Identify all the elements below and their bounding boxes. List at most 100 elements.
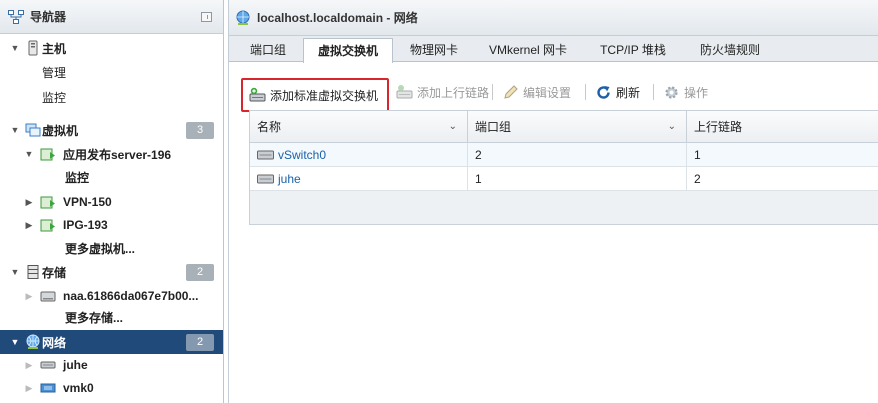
refresh-button[interactable]: 刷新 — [595, 74, 640, 110]
tab-firewall-rules[interactable]: 防火墙规则 — [685, 38, 775, 62]
expanded-arrow-icon[interactable]: ▼ — [10, 125, 20, 135]
toolbar-separator — [585, 84, 586, 100]
nav-item-network-juhe[interactable]: ▶ juhe — [0, 353, 223, 377]
network-count-badge: 2 — [186, 333, 214, 351]
nav-item-host-monitor[interactable]: 监控 — [0, 85, 223, 109]
add-vswitch-label: 添加标准虚拟交换机 — [270, 88, 379, 103]
vm-powered-on-icon — [40, 148, 55, 161]
storage-icon — [27, 265, 39, 279]
table-row[interactable]: juhe 1 2 — [250, 167, 878, 191]
collapsed-arrow-icon[interactable]: ▶ — [24, 291, 34, 302]
port-group-icon — [40, 361, 56, 369]
vswitch-name-cell[interactable]: vSwitch0 — [250, 143, 468, 167]
disk-icon — [40, 291, 56, 302]
uplinks-cell: 2 — [694, 172, 701, 186]
add-uplink-button[interactable]: 添加上行链路 — [396, 74, 489, 110]
nav-item-label: 更多存储... — [65, 310, 124, 325]
actions-label: 操作 — [684, 85, 709, 100]
nav-item-label: 存储 — [42, 265, 67, 280]
tab-bar: 端口组 虚拟交换机 物理网卡 VMkernel 网卡 TCP/IP 堆栈 防火墙… — [229, 36, 878, 63]
collapsed-arrow-icon[interactable]: ▶ — [24, 383, 34, 394]
edit-settings-label: 编辑设置 — [523, 85, 572, 100]
vswitch-name[interactable]: vSwitch0 — [278, 143, 326, 167]
edit-settings-button[interactable]: 编辑设置 — [502, 74, 571, 110]
vmkernel-nic-icon — [40, 383, 56, 393]
nav-item-label: 应用发布server-196 — [63, 147, 172, 162]
nav-item-vm-ipg[interactable]: ▶ IPG-193 — [0, 213, 223, 237]
table-row[interactable]: vSwitch0 2 1 — [250, 143, 878, 167]
add-uplink-icon — [396, 84, 413, 98]
vswitch-name[interactable]: juhe — [278, 167, 301, 191]
column-header-name[interactable]: 名称 ⌄ — [250, 111, 468, 143]
add-standard-vswitch-button[interactable]: 添加标准虚拟交换机 — [241, 78, 389, 112]
nav-item-label: juhe — [63, 358, 88, 372]
tab-virtual-switches[interactable]: 虚拟交换机 — [303, 38, 393, 63]
nav-item-label: VPN-150 — [63, 195, 112, 209]
expanded-arrow-icon[interactable]: ▼ — [24, 149, 34, 159]
virtual-machines-icon — [25, 123, 41, 137]
nav-item-host[interactable]: ▼ 主机 — [0, 36, 223, 60]
page-title: localhost.localdomain - 网络 — [257, 11, 418, 25]
nav-item-networking[interactable]: ▼ 网络 2 — [0, 330, 223, 354]
collapsed-arrow-icon[interactable]: ▶ — [24, 220, 34, 231]
toolbar-separator — [492, 84, 493, 100]
vm-powered-on-icon — [40, 196, 55, 209]
nav-item-vms[interactable]: ▼ 虚拟机 3 — [0, 118, 223, 142]
storage-count-badge: 2 — [186, 263, 214, 281]
nav-item-host-manage[interactable]: 管理 — [0, 60, 223, 84]
nav-item-network-vmk0[interactable]: ▶ vmk0 — [0, 376, 223, 400]
refresh-label: 刷新 — [616, 85, 641, 100]
main-header: localhost.localdomain - 网络 — [229, 0, 878, 36]
chevron-down-icon[interactable]: ⌄ — [668, 111, 676, 143]
column-header-label: 名称 — [257, 120, 282, 134]
column-header-uplinks[interactable]: 上行链路 — [687, 111, 878, 143]
navigator-icon — [8, 9, 24, 24]
nav-item-label: 更多虚拟机... — [65, 241, 136, 256]
collapse-navigator-icon[interactable] — [201, 12, 212, 22]
expanded-arrow-icon[interactable]: ▼ — [10, 337, 20, 347]
tab-port-groups[interactable]: 端口组 — [237, 38, 299, 62]
tab-tcpip-stacks[interactable]: TCP/IP 堆栈 — [585, 38, 681, 62]
nav-item-more-storage[interactable]: 更多存储... — [0, 305, 223, 329]
navigator-header: 导航器 — [0, 0, 223, 34]
add-uplink-label: 添加上行链路 — [417, 85, 490, 100]
nav-item-storage[interactable]: ▼ 存储 2 — [0, 260, 223, 284]
tab-physical-nics[interactable]: 物理网卡 — [397, 38, 471, 62]
vm-powered-on-icon — [40, 219, 55, 232]
column-header-label: 上行链路 — [694, 120, 743, 134]
vswitch-icon — [257, 174, 274, 184]
vswitch-icon — [257, 150, 274, 160]
add-vswitch-icon — [249, 87, 266, 101]
column-header-port-groups[interactable]: 端口组 ⌄ — [468, 111, 687, 143]
vswitch-name-cell[interactable]: juhe — [250, 167, 468, 191]
port-groups-cell: 2 — [468, 143, 687, 167]
port-groups-cell: 1 — [468, 167, 687, 191]
main-panel: localhost.localdomain - 网络 端口组 虚拟交换机 物理网… — [228, 0, 878, 403]
chevron-down-icon[interactable]: ⌄ — [449, 111, 457, 143]
column-header-label: 端口组 — [475, 120, 512, 134]
nav-item-vm-vpn[interactable]: ▶ VPN-150 — [0, 190, 223, 214]
toolbar: 添加标准虚拟交换机 添加上行链路 编辑设置 刷新 操作 — [241, 74, 871, 112]
nav-item-vm-app-server[interactable]: ▼ 应用发布server-196 — [0, 142, 223, 166]
collapsed-arrow-icon[interactable]: ▶ — [24, 197, 34, 208]
collapsed-arrow-icon[interactable]: ▶ — [24, 360, 34, 371]
tab-vmkernel-nics[interactable]: VMkernel 网卡 — [475, 38, 581, 62]
vswitch-table: 名称 ⌄ 端口组 ⌄ 上行链路 vSwitch0 2 1 juhe 1 2 — [249, 110, 878, 225]
nav-item-label: IPG-193 — [63, 218, 108, 232]
gear-icon — [665, 85, 678, 99]
navigator-title: 导航器 — [30, 10, 67, 24]
expanded-arrow-icon[interactable]: ▼ — [10, 267, 20, 277]
nav-item-vm-monitor[interactable]: 监控 — [0, 165, 223, 189]
actions-button[interactable]: 操作 — [663, 74, 708, 110]
network-globe-icon — [26, 334, 40, 349]
vm-count-badge: 3 — [186, 121, 214, 139]
nav-item-label: vmk0 — [63, 381, 94, 395]
host-icon — [28, 40, 38, 56]
nav-item-label: 监控 — [65, 170, 90, 185]
nav-item-more-vms[interactable]: 更多虚拟机... — [0, 236, 223, 260]
refresh-icon — [597, 85, 610, 99]
nav-item-label: 虚拟机 — [42, 123, 79, 138]
expanded-arrow-icon[interactable]: ▼ — [10, 43, 20, 53]
navigator-panel: 导航器 ▼ 主机 管理 监控 ▼ 虚拟机 3 ▼ 应用发布server-196 — [0, 0, 224, 403]
pencil-icon — [504, 84, 518, 99]
